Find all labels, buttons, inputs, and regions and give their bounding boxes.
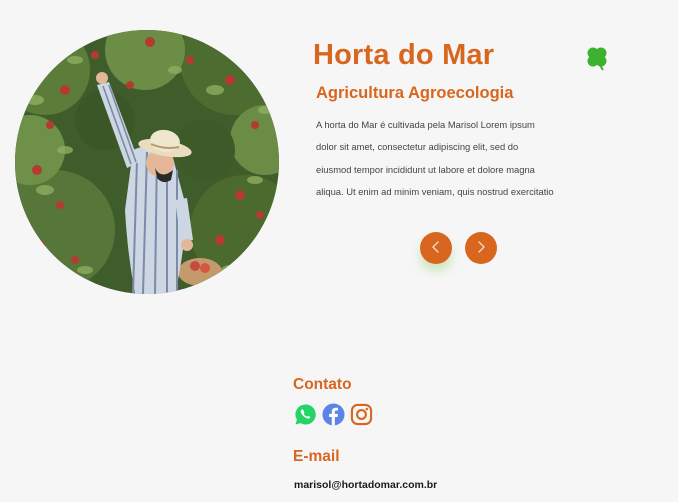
- brand-title: Horta do Mar: [313, 39, 495, 71]
- page: Horta do Mar Agricultura Agroecologia A …: [0, 0, 678, 502]
- whatsapp-icon: [294, 404, 317, 430]
- instagram-link[interactable]: [350, 403, 373, 426]
- email-heading: E-mail: [293, 448, 340, 465]
- brand-description: A horta do Mar é cultivada pela Marisol …: [316, 119, 554, 198]
- carousel-prev-button[interactable]: [420, 232, 452, 264]
- contact-heading: Contato: [293, 376, 352, 393]
- chevron-right-icon: [475, 240, 487, 257]
- brand-subtitle: Agricultura Agroecologia: [316, 84, 514, 102]
- facebook-link[interactable]: [322, 403, 345, 426]
- carousel-next-button[interactable]: [465, 232, 497, 264]
- four-leaf-clover-icon: [583, 44, 611, 72]
- hero-photo-illustration: [15, 30, 279, 294]
- whatsapp-link[interactable]: [294, 403, 317, 426]
- social-links: [294, 403, 373, 426]
- instagram-icon: [350, 403, 373, 430]
- facebook-icon: [322, 403, 345, 430]
- hero-photo: [15, 30, 279, 294]
- email-link[interactable]: marisol@hortadomar.com.br: [294, 479, 437, 491]
- chevron-left-icon: [430, 240, 442, 257]
